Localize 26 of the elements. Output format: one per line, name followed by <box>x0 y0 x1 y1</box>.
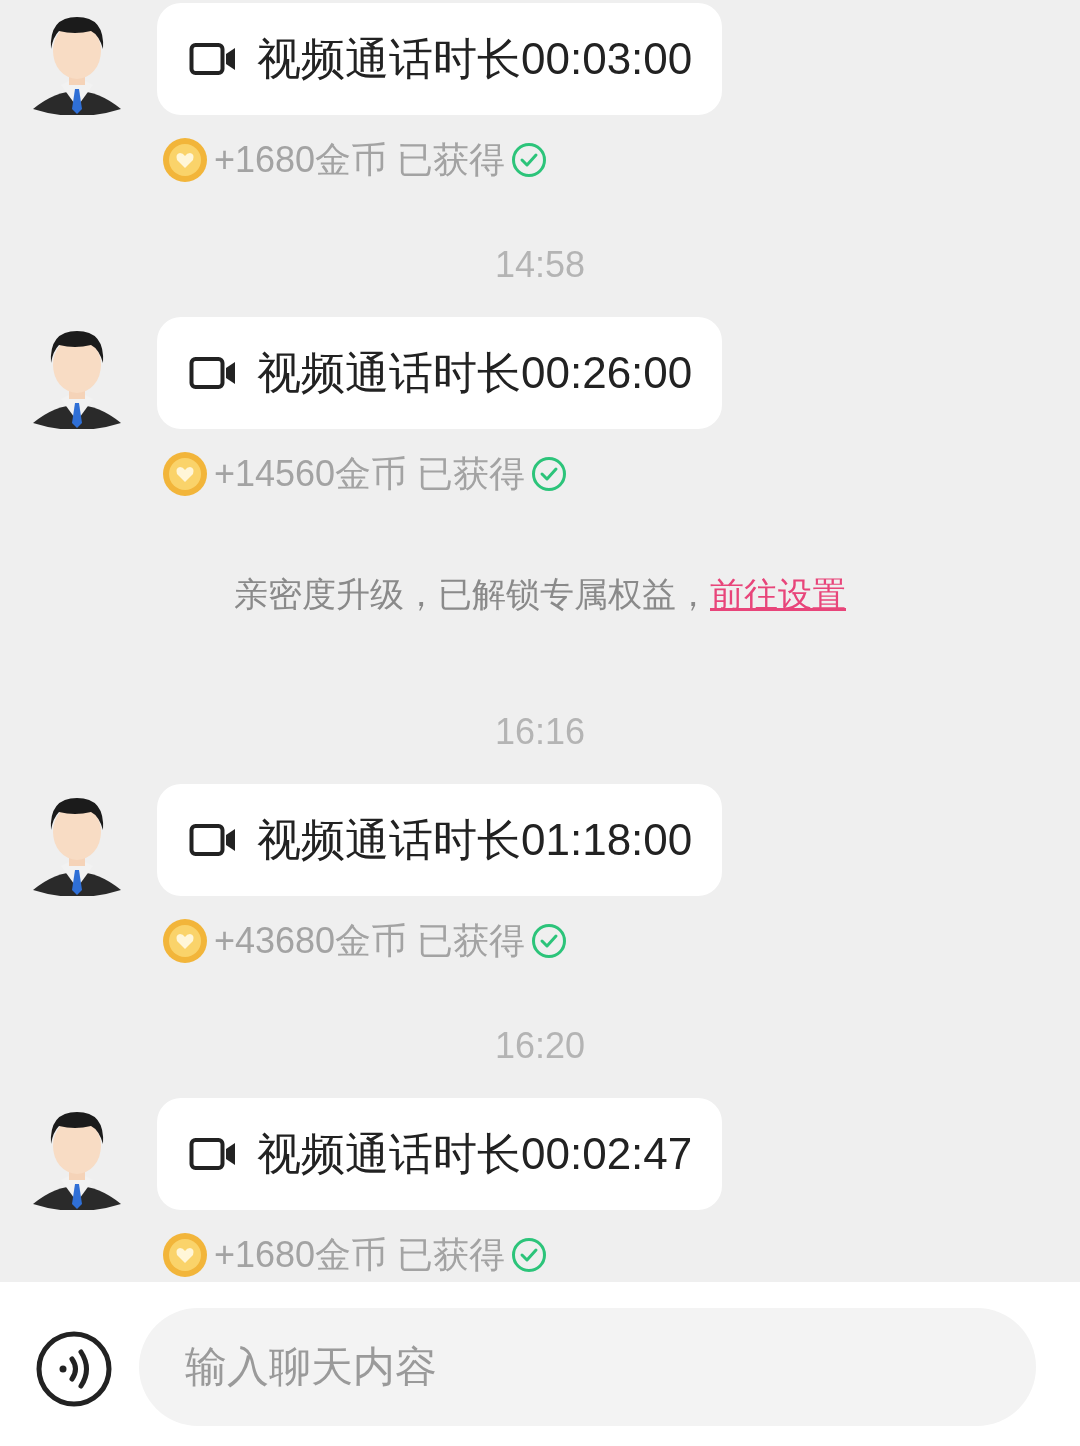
reward-text: +1680金币 已获得 <box>214 1233 506 1277</box>
video-camera-icon <box>189 42 237 76</box>
reward-text: +1680金币 已获得 <box>214 138 506 182</box>
video-camera-icon <box>189 823 237 857</box>
call-duration: 视频通话时长00:02:47 <box>257 1128 693 1180</box>
call-bubble[interactable]: 视频通话时长00:03:00 <box>157 3 723 115</box>
reward-text: +43680金币 已获得 <box>214 919 526 963</box>
video-camera-icon <box>189 1137 237 1171</box>
coin-icon <box>162 137 208 183</box>
call-duration: 视频通话时长01:18:00 <box>257 814 693 866</box>
coin-icon <box>162 451 208 497</box>
call-bubble[interactable]: 视频通话时长00:02:47 <box>157 1098 723 1210</box>
voice-icon[interactable] <box>35 1330 113 1408</box>
chat-input-field[interactable]: 输入聊天内容 <box>139 1308 1036 1426</box>
reward-text: +14560金币 已获得 <box>214 452 526 496</box>
video-camera-icon <box>189 356 237 390</box>
timestamp: 14:58 <box>494 244 586 285</box>
call-bubble[interactable]: 视频通话时长01:18:00 <box>157 784 723 896</box>
coin-icon <box>162 918 208 964</box>
call-bubble[interactable]: 视频通话时长00:26:00 <box>157 317 723 429</box>
timestamp: 16:20 <box>494 1025 586 1066</box>
notice-text: 亲密度升级，已解锁专属权益，前往设置 <box>234 575 846 613</box>
call-duration: 视频通话时长00:03:00 <box>257 33 693 85</box>
timestamp: 16:16 <box>494 711 586 752</box>
call-duration: 视频通话时长00:26:00 <box>257 347 693 399</box>
coin-icon <box>162 1232 208 1278</box>
